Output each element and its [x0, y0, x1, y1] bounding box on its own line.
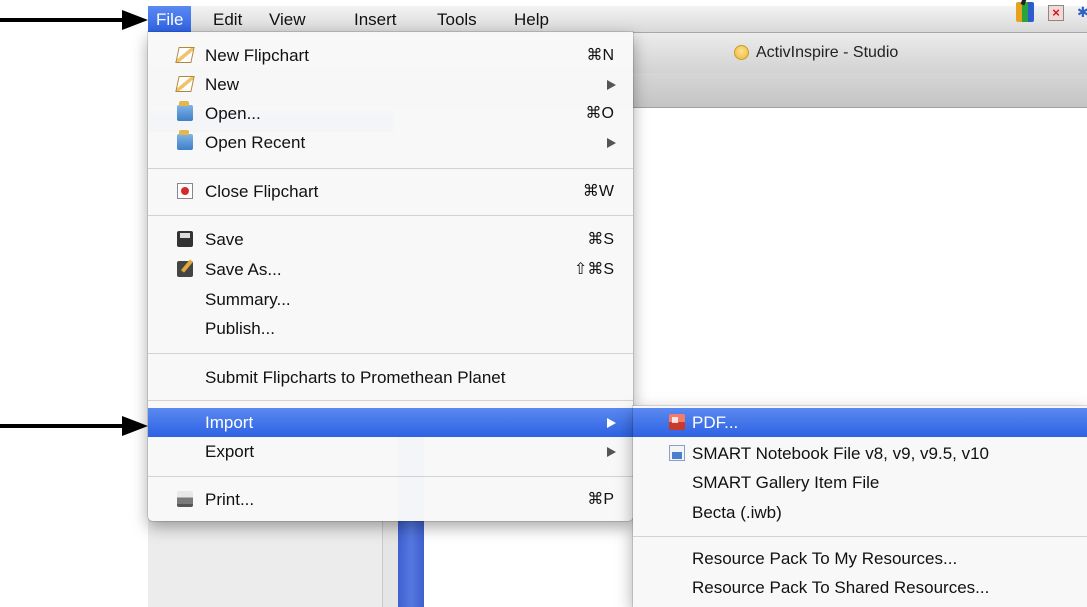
menu-edit[interactable]: Edit — [205, 6, 250, 32]
menu-item-print[interactable]: Print... ⌘P — [148, 485, 633, 514]
shortcut: ⌘S — [587, 231, 614, 248]
menu-item-new-flipchart[interactable]: New Flipchart ⌘N — [148, 41, 633, 70]
menu-item-summary[interactable]: Summary... — [148, 285, 633, 314]
submenu-arrow-icon — [607, 80, 616, 90]
submenu-arrow-icon — [607, 447, 616, 457]
submenu-arrow-icon — [607, 418, 616, 428]
menu-item-save[interactable]: Save ⌘S — [148, 225, 633, 254]
menu-tools[interactable]: Tools — [429, 6, 485, 32]
bluetooth-status-icon[interactable]: ✱ — [1077, 4, 1087, 21]
shortcut: ⌘W — [582, 183, 614, 200]
annotation-arrow-import — [0, 416, 150, 436]
menu-item-open[interactable]: Open... ⌘O — [148, 99, 633, 128]
menu-item-import-smart-gallery[interactable]: SMART Gallery Item File — [633, 468, 1087, 497]
menu-item-label: New Flipchart — [205, 46, 309, 65]
close-flipchart-icon — [177, 183, 193, 199]
printer-icon — [177, 491, 193, 507]
menu-item-label: SMART Gallery Item File — [692, 473, 880, 492]
open-recent-icon — [177, 130, 193, 150]
menu-item-label: Import — [205, 413, 254, 432]
menu-item-label: Summary... — [205, 290, 291, 309]
open-folder-icon — [177, 101, 193, 121]
menu-item-close-flipchart[interactable]: Close Flipchart ⌘W — [148, 177, 633, 206]
menu-item-import-smart-notebook[interactable]: SMART Notebook File v8, v9, v9.5, v10 — [633, 439, 1087, 468]
pdf-icon — [669, 414, 685, 430]
menu-item-open-recent[interactable]: Open Recent — [148, 128, 633, 157]
menu-separator — [148, 353, 633, 354]
close-status-icon[interactable]: × — [1048, 5, 1064, 21]
smart-notebook-icon — [669, 445, 685, 461]
menu-bar: File Edit View Insert Tools Help — [148, 6, 1087, 33]
menu-view[interactable]: View — [261, 6, 314, 32]
window-title: ActivInspire - Studio — [756, 44, 899, 61]
menu-file[interactable]: File — [148, 6, 192, 32]
menu-item-import[interactable]: Import — [148, 408, 633, 437]
shortcut: ⌘O — [585, 105, 614, 122]
menu-help[interactable]: Help — [506, 6, 557, 32]
menu-insert[interactable]: Insert — [346, 6, 405, 32]
menu-item-label: Becta (.iwb) — [692, 503, 782, 522]
menu-item-label: Open... — [205, 104, 261, 123]
menu-item-label: Close Flipchart — [205, 182, 319, 201]
save-icon — [177, 231, 193, 247]
new-flipchart-icon — [175, 47, 195, 63]
menu-item-import-becta[interactable]: Becta (.iwb) — [633, 498, 1087, 527]
menu-separator — [148, 400, 633, 401]
menu-separator — [148, 215, 633, 216]
menu-item-label: PDF... — [692, 413, 739, 432]
menu-item-label: Publish... — [205, 319, 275, 338]
menu-separator — [148, 168, 633, 169]
annotation-arrow-file — [0, 10, 150, 30]
menu-item-label: Resource Pack To My Resources... — [692, 549, 958, 568]
new-icon — [175, 76, 195, 92]
menu-item-label: Export — [205, 442, 255, 461]
activinspire-icon — [734, 45, 749, 60]
menu-separator — [148, 476, 633, 477]
menu-item-import-resource-pack-my[interactable]: Resource Pack To My Resources... — [633, 544, 1087, 573]
menu-item-label: Save — [205, 230, 244, 249]
menu-item-save-as[interactable]: Save As... ⇧⌘S — [148, 255, 633, 284]
menu-item-label: Submit Flipcharts to Promethean Planet — [205, 368, 506, 387]
menu-item-new[interactable]: New — [148, 70, 633, 99]
menu-item-import-pdf[interactable]: PDF... — [633, 408, 1087, 437]
save-as-icon — [177, 261, 193, 277]
shortcut: ⌘N — [586, 47, 614, 64]
menu-item-label: Open Recent — [205, 133, 306, 152]
menu-item-publish[interactable]: Publish... — [148, 314, 633, 343]
menu-item-label: SMART Notebook File v8, v9, v9.5, v10 — [692, 444, 990, 463]
file-menu: New Flipchart ⌘N New Open... ⌘O Open Rec… — [148, 32, 633, 521]
menu-separator — [633, 536, 1087, 537]
menu-item-label: New — [205, 75, 240, 94]
shortcut: ⇧⌘S — [573, 261, 614, 278]
activinspire-status-icon[interactable] — [1016, 2, 1034, 22]
submenu-arrow-icon — [607, 138, 616, 148]
import-submenu: PDF... SMART Notebook File v8, v9, v9.5,… — [633, 406, 1087, 607]
menu-item-import-resource-pack-shared[interactable]: Resource Pack To Shared Resources... — [633, 573, 1087, 602]
menu-item-export[interactable]: Export — [148, 437, 633, 466]
menu-item-submit-flipcharts[interactable]: Submit Flipcharts to Promethean Planet — [148, 363, 633, 392]
shortcut: ⌘P — [587, 491, 614, 508]
menu-item-label: Print... — [205, 490, 255, 509]
menu-item-label: Resource Pack To Shared Resources... — [692, 578, 990, 597]
menu-item-label: Save As... — [205, 260, 282, 279]
